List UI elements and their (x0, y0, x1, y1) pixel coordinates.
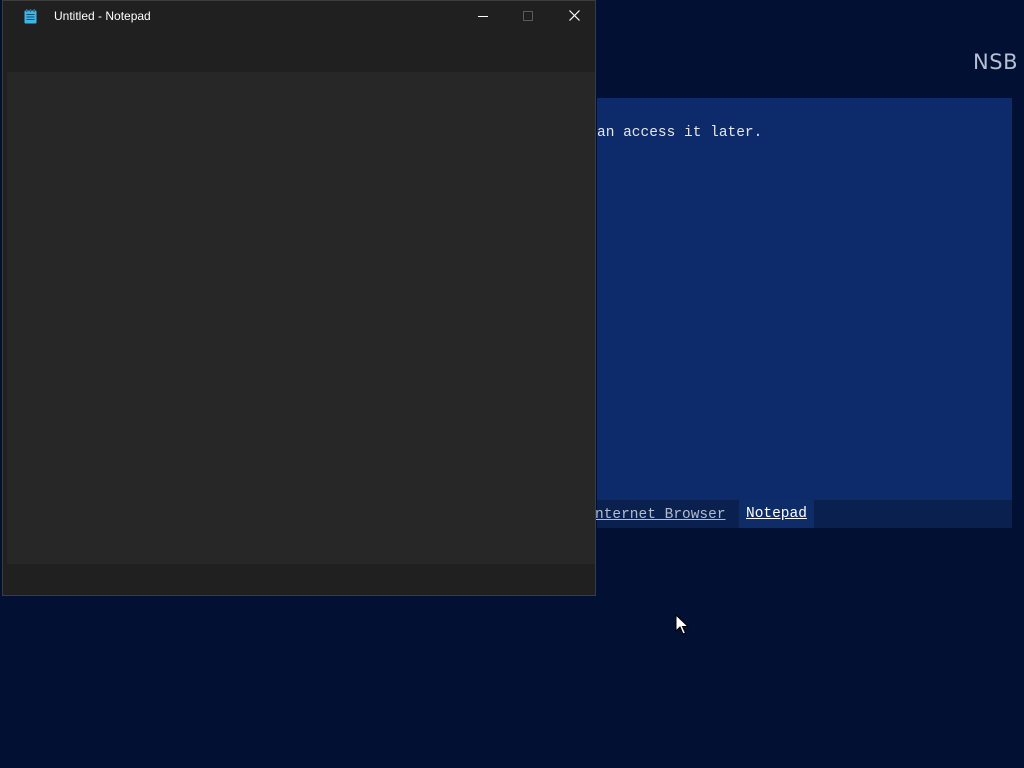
notepad-window: Untitled - Notepad (2, 0, 596, 596)
close-icon (568, 10, 580, 21)
maximize-button[interactable] (505, 1, 551, 30)
brand-label: NSB (973, 50, 1018, 74)
maximize-icon (523, 10, 533, 21)
tab-internet-browser[interactable]: nternet Browser (595, 507, 726, 523)
minimize-icon (478, 15, 488, 17)
window-title: Untitled - Notepad (54, 9, 151, 23)
title-bar[interactable]: Untitled - Notepad (3, 1, 595, 32)
minimize-button[interactable] (460, 1, 506, 30)
status-bar (3, 564, 595, 595)
terminal-text: an access it later. (597, 125, 763, 141)
tab-notepad[interactable]: Notepad (739, 500, 814, 528)
menu-bar (3, 32, 595, 72)
close-button[interactable] (551, 1, 597, 30)
taskbar-tabs: nternet Browser Notepad (595, 500, 1012, 528)
mouse-cursor-icon (675, 614, 689, 635)
text-editor-area[interactable] (7, 72, 595, 564)
notepad-icon (24, 9, 37, 24)
terminal-panel: an access it later. (597, 98, 1012, 500)
